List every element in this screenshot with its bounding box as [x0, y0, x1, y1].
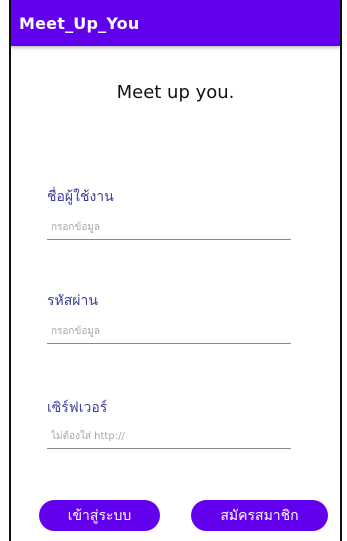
login-button[interactable]: เข้าสู่ระบบ [39, 500, 160, 531]
app-window: Meet_Up_You Meet up you. ชื่อผู้ใช้งาน ร… [9, 0, 342, 541]
username-label: ชื่อผู้ใช้งาน [47, 189, 114, 205]
signup-button[interactable]: สมัครสมาชิก [191, 500, 328, 531]
server-label: เซิร์ฟเวอร์ [47, 400, 108, 416]
username-input[interactable] [47, 218, 291, 240]
page-headline: Meet up you. [116, 82, 235, 103]
password-input[interactable] [47, 322, 291, 344]
app-bar: Meet_Up_You [11, 0, 340, 46]
password-label: รหัสผ่าน [47, 293, 98, 309]
server-input[interactable] [47, 427, 291, 449]
app-title: Meet_Up_You [19, 13, 140, 33]
